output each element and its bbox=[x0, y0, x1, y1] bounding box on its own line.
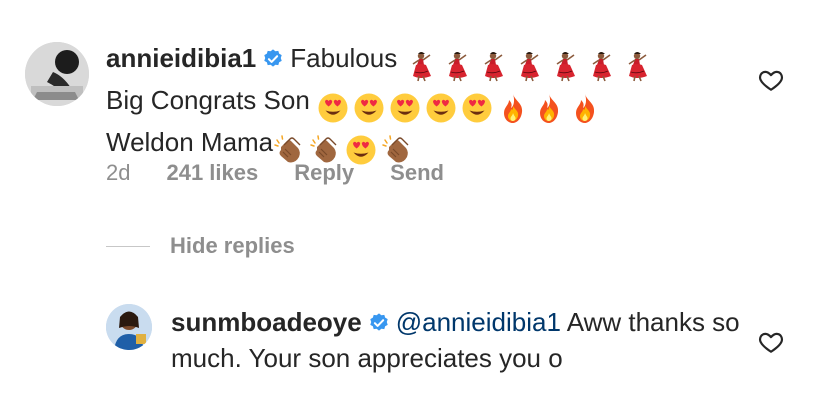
send-button[interactable]: Send bbox=[390, 160, 444, 186]
fire-emoji-icon bbox=[569, 92, 601, 124]
dancer-emoji-icon bbox=[512, 50, 544, 82]
hide-replies-button[interactable]: Hide replies bbox=[106, 233, 295, 259]
emoji-row-2 bbox=[317, 88, 605, 124]
dancer-emoji-icon bbox=[440, 50, 472, 82]
heart-eyes-emoji-icon bbox=[461, 92, 493, 124]
heart-eyes-emoji-icon bbox=[425, 92, 457, 124]
heart-eyes-emoji-icon bbox=[389, 92, 421, 124]
heart-eyes-emoji-icon bbox=[353, 92, 385, 124]
dancer-emoji-icon bbox=[584, 50, 616, 82]
heart-eyes-emoji-icon bbox=[317, 92, 349, 124]
avatar[interactable] bbox=[106, 304, 152, 350]
divider-line bbox=[106, 245, 150, 247]
fire-emoji-icon bbox=[533, 92, 565, 124]
comment-username[interactable]: annieidibia1 bbox=[106, 43, 256, 73]
comment-time: 2d bbox=[106, 160, 131, 185]
reply-button[interactable]: Reply bbox=[294, 160, 354, 186]
comment-likes[interactable]: 241 likes bbox=[166, 160, 258, 186]
dancer-emoji-icon bbox=[620, 50, 652, 82]
comment-username[interactable]: sunmboadeoye bbox=[171, 307, 362, 337]
emoji-row-1 bbox=[404, 46, 656, 82]
reply-text: sunmboadeoye @annieidibia1 Aww thanks so … bbox=[171, 307, 740, 373]
dancer-emoji-icon bbox=[476, 50, 508, 82]
dancer-emoji-icon bbox=[404, 50, 436, 82]
dancer-emoji-icon bbox=[548, 50, 580, 82]
like-heart-icon[interactable] bbox=[758, 329, 784, 355]
fire-emoji-icon bbox=[497, 92, 529, 124]
like-heart-icon[interactable] bbox=[758, 67, 784, 93]
verified-badge-icon bbox=[370, 313, 388, 331]
comment-meta: 2d 241 likes Reply Send bbox=[106, 160, 444, 186]
mention-link[interactable]: @annieidibia1 bbox=[396, 307, 561, 337]
avatar[interactable] bbox=[25, 42, 89, 106]
verified-badge-icon bbox=[264, 49, 282, 67]
comment-text: annieidibia1 Fabulous Big Congrats Son We… bbox=[106, 40, 726, 166]
